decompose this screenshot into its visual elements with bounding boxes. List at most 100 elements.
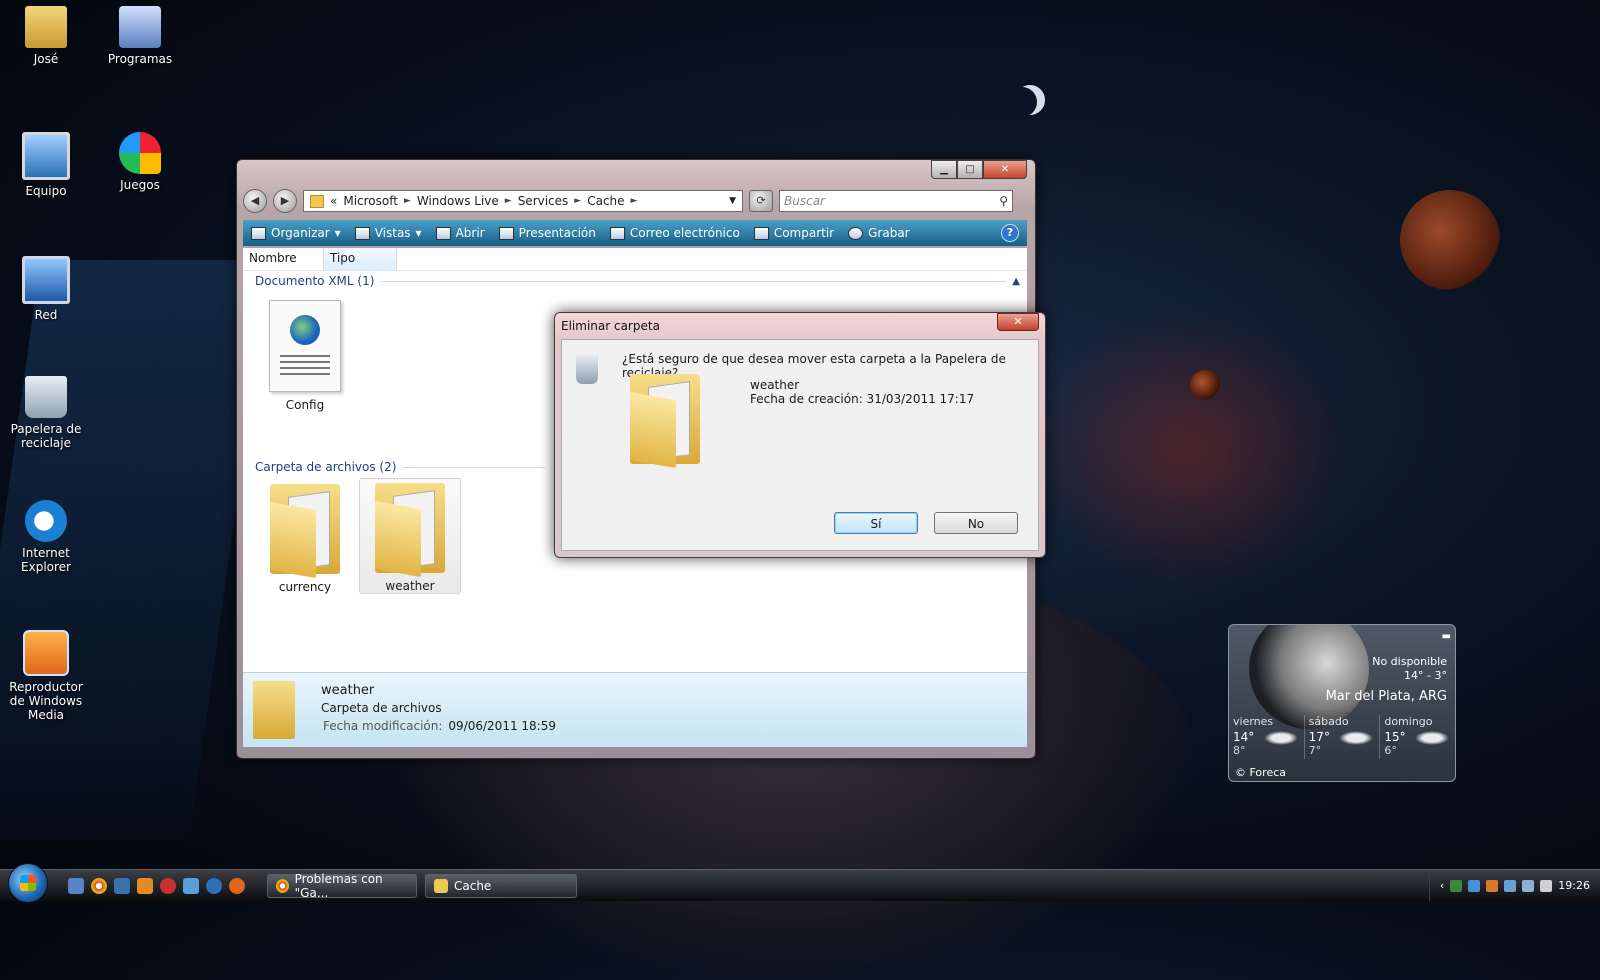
window-switcher-icon[interactable]: [114, 877, 130, 894]
group-header-xml[interactable]: Documento XML (1) ▲: [255, 274, 1020, 288]
xml-document-icon: [269, 300, 341, 392]
forecast-low: 7°: [1308, 744, 1322, 757]
tray-app-icon[interactable]: [1468, 879, 1481, 892]
breadcrumb-cache[interactable]: Cache: [587, 194, 624, 208]
breadcrumb-separator[interactable]: ►: [505, 196, 512, 206]
breadcrumb-windows-live[interactable]: Windows Live: [417, 194, 499, 208]
chevron-down-icon: ▾: [334, 226, 341, 240]
group-header-folders[interactable]: Carpeta de archivos (2): [255, 460, 545, 474]
breadcrumb-separator[interactable]: ►: [404, 196, 411, 206]
search-input[interactable]: Buscar ⚲: [779, 190, 1013, 212]
breadcrumb-services[interactable]: Services: [518, 194, 569, 208]
desktop-icon-label: José: [33, 52, 59, 66]
desktop-icon-papelera[interactable]: Papelera de reciclaje: [0, 376, 92, 450]
taskbar-item-cache[interactable]: Cache: [425, 873, 577, 898]
volume-icon[interactable]: [1540, 879, 1553, 892]
close-button[interactable]: ✕: [983, 160, 1027, 179]
desktop-icon-red[interactable]: Red: [0, 256, 92, 322]
open-icon: [435, 226, 451, 240]
no-button[interactable]: No: [934, 512, 1018, 534]
details-kind: Carpeta de archivos: [321, 701, 442, 715]
details-name: weather: [321, 683, 375, 698]
moon-icon: [1249, 625, 1369, 729]
delete-folder-dialog[interactable]: Eliminar carpeta ✕ ¿Está seguro de que d…: [554, 312, 1046, 558]
desktop-icon-windows-media[interactable]: Reproductor de Windows Media: [0, 630, 92, 722]
email-label: Correo electrónico: [629, 226, 740, 240]
refresh-icon[interactable]: ⟳: [749, 190, 773, 212]
weather-gadget[interactable]: ▬ No disponible 14° - 3° Mar del Plata, …: [1228, 624, 1456, 782]
show-desktop-icon[interactable]: [68, 877, 84, 894]
desktop-icon-label: Reproductor de Windows Media: [9, 680, 83, 722]
address-overflow[interactable]: «: [330, 194, 337, 208]
forecast-day-name: viernes: [1233, 715, 1274, 728]
details-pane: weather Carpeta de archivos Fecha modifi…: [243, 672, 1027, 747]
start-button[interactable]: [8, 862, 48, 903]
share-label: Compartir: [773, 226, 835, 240]
column-header-tipo[interactable]: Tipo: [324, 248, 397, 270]
forecast-day: viernes 14° 8°: [1229, 715, 1304, 759]
tray-app-icon[interactable]: [1486, 879, 1499, 892]
weather-range: 14° - 3°: [1404, 669, 1447, 682]
address-bar[interactable]: « Microsoft ► Windows Live ► Services ► …: [303, 190, 743, 212]
breadcrumb-separator[interactable]: ►: [631, 196, 638, 206]
tray-app-icon[interactable]: [1450, 879, 1463, 892]
breadcrumb-microsoft[interactable]: Microsoft: [343, 194, 398, 208]
chrome-icon[interactable]: [91, 877, 107, 894]
back-button[interactable]: ◀: [243, 189, 267, 213]
folder-item-label: currency: [278, 580, 332, 594]
views-button[interactable]: Vistas ▾: [354, 226, 422, 240]
folder-icon: [375, 483, 445, 578]
organize-icon: [251, 226, 266, 240]
desktop-icon-internet-explorer[interactable]: Internet Explorer: [0, 500, 92, 574]
folder-item-currency[interactable]: currency: [255, 480, 355, 594]
open-button[interactable]: Abrir: [435, 226, 485, 240]
internet-explorer-icon: [25, 500, 67, 542]
desktop-icon-jose[interactable]: José: [0, 6, 92, 66]
desktop-icon-label: Red: [34, 308, 58, 322]
taskbar-item-label: Cache: [454, 878, 492, 893]
opera-icon[interactable]: [160, 877, 176, 894]
minimize-button[interactable]: ▁: [931, 160, 957, 179]
burn-button[interactable]: Grabar: [848, 226, 910, 240]
forward-button[interactable]: ▶: [273, 189, 297, 213]
collapse-icon[interactable]: ▲: [1012, 276, 1020, 287]
burn-icon: [848, 226, 864, 240]
tray-chevron-icon[interactable]: ‹: [1440, 879, 1444, 892]
dialog-title: Eliminar carpeta: [561, 319, 660, 333]
forecast-day-name: domingo: [1384, 715, 1433, 728]
clock[interactable]: 19:26: [1558, 879, 1590, 892]
folder-item-weather[interactable]: weather: [359, 478, 461, 594]
weather-credit[interactable]: © Foreca: [1235, 766, 1286, 779]
column-header-nombre[interactable]: Nombre: [243, 248, 324, 270]
window-controls: ▁ □ ✕: [931, 160, 1027, 179]
organize-button[interactable]: Organizar ▾: [251, 226, 341, 240]
file-item-config[interactable]: Config: [255, 294, 355, 412]
desktop-icon-equipo[interactable]: Equipo: [0, 132, 92, 198]
dialog-close-button[interactable]: ✕: [997, 313, 1039, 331]
network-icon[interactable]: [1522, 879, 1535, 892]
maximize-button[interactable]: □: [957, 160, 983, 179]
help-icon[interactable]: ?: [1001, 224, 1019, 242]
breadcrumb-separator[interactable]: ►: [574, 196, 581, 206]
gadget-minimize-button[interactable]: ▬: [1442, 631, 1451, 642]
share-button[interactable]: Compartir: [753, 226, 835, 240]
desktop-icon-juegos[interactable]: Juegos: [94, 132, 186, 192]
open-label: Abrir: [455, 226, 485, 240]
folder-icon: [434, 878, 448, 893]
address-dropdown-icon[interactable]: ▼: [729, 196, 736, 206]
desktop-icon-programas[interactable]: Programas: [94, 6, 186, 66]
yes-button[interactable]: Sí: [834, 512, 918, 534]
slideshow-button[interactable]: Presentación: [498, 226, 596, 240]
email-icon: [609, 226, 625, 240]
tray-app-icon[interactable]: [1504, 879, 1517, 892]
games-icon: [119, 132, 161, 174]
slideshow-icon: [498, 226, 514, 240]
cloud-icon: [1339, 731, 1374, 745]
media-player-icon[interactable]: [137, 877, 153, 894]
internet-explorer-icon[interactable]: [206, 877, 222, 894]
search-icon[interactable]: ⚲: [999, 194, 1008, 208]
firefox-icon[interactable]: [229, 877, 245, 894]
messenger-icon[interactable]: [183, 877, 199, 894]
taskbar-item-chrome[interactable]: Problemas con "Ga...: [267, 872, 417, 900]
email-button[interactable]: Correo electrónico: [609, 226, 740, 240]
